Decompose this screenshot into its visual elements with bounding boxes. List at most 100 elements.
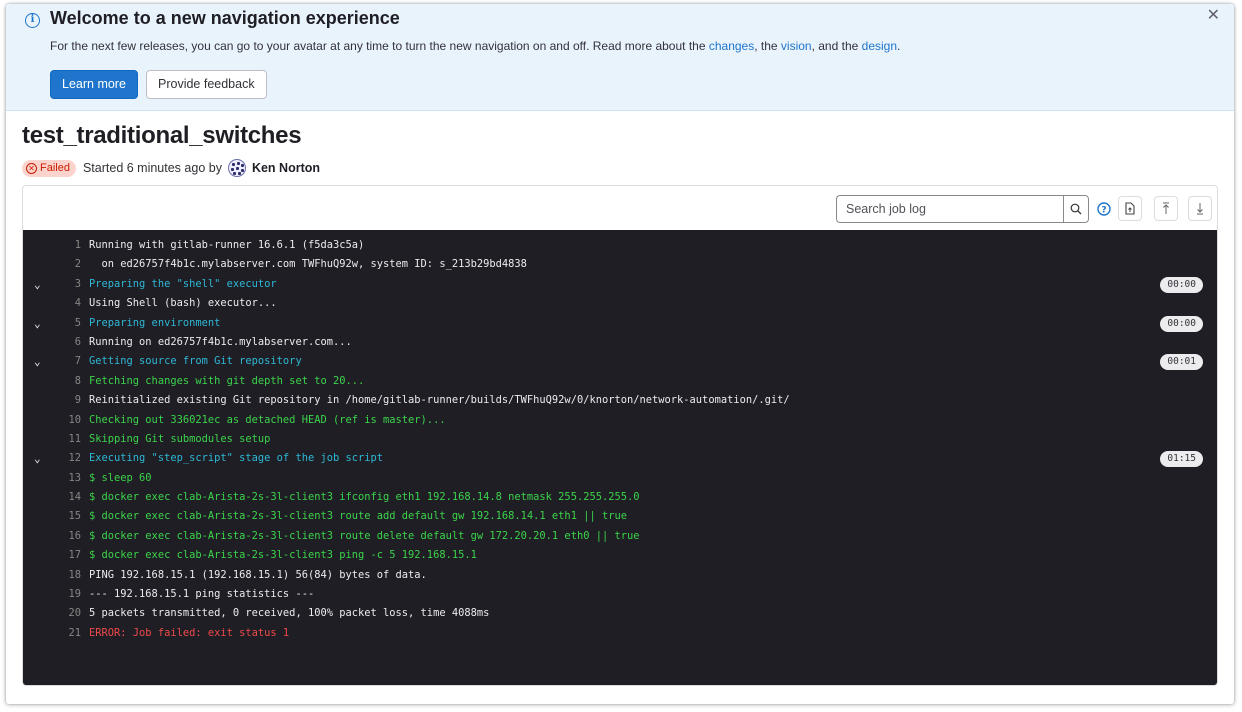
started-text: Started 6 minutes ago by [82,161,222,175]
status-label: Failed [40,162,70,174]
section-duration-badge: 00:00 [1160,276,1203,293]
page-title: test_traditional_switches [22,122,302,149]
log-text: $ docker exec clab-Arista-2s-3l-client3 … [89,549,477,562]
raw-log-button[interactable] [1118,196,1142,221]
status-badge[interactable]: ✕ Failed [22,159,76,177]
provide-feedback-button[interactable]: Provide feedback [146,70,267,99]
log-section-header[interactable]: ⌄ 3 Preparing the "shell" executor 00:00 [23,275,1217,294]
log-text: Getting source from Git repository [89,355,302,368]
chevron-down-icon[interactable]: ⌄ [34,314,41,333]
author-name[interactable]: Ken Norton [252,161,320,175]
log-text: Using Shell (bash) executor... [89,297,277,310]
changes-link[interactable]: changes [709,39,754,53]
close-icon[interactable]: ✕ [1207,5,1220,25]
search-icon [1070,203,1082,215]
log-section-header[interactable]: ⌄ 12 Executing "step_script" stage of the … [23,449,1217,468]
line-number[interactable]: 15 [51,507,81,526]
line-number[interactable]: 19 [51,585,81,604]
file-icon [1125,202,1135,215]
log-line: 2 on ed26757f4b1c.mylabserver.com TWFhuQ… [23,255,1217,274]
log-line: 9 Reinitialized existing Git repository i… [23,391,1217,410]
log-text: Preparing the "shell" executor [89,277,277,290]
scroll-to-top-button[interactable] [1154,196,1178,221]
log-text: Running on ed26757f4b1c.mylabserver.com.… [89,335,352,348]
section-duration-badge: 00:00 [1160,315,1203,332]
line-number[interactable]: 6 [51,333,81,352]
design-link[interactable]: design [862,39,897,53]
job-status-line: ✕ Failed Started 6 minutes ago by Ken No… [22,157,320,179]
learn-more-button[interactable]: Learn more [50,70,138,99]
arrow-down-icon [1197,203,1203,215]
log-line: 14 $ docker exec clab-Arista-2s-3l-client… [23,488,1217,507]
log-text: Reinitialized existing Git repository in… [89,394,790,407]
log-text: $ docker exec clab-Arista-2s-3l-client3 … [89,510,627,523]
window-frame: i Welcome to a new navigation experience… [6,4,1234,704]
log-line: 17 $ docker exec clab-Arista-2s-3l-client… [23,546,1217,565]
chevron-down-icon[interactable]: ⌄ [34,352,41,371]
log-line: 20 5 packets transmitted, 0 received, 100… [23,604,1217,623]
chevron-down-icon[interactable]: ⌄ [34,449,41,468]
banner-title: Welcome to a new navigation experience [50,8,400,28]
line-number[interactable]: 20 [51,604,81,623]
svg-text:?: ? [1101,205,1106,215]
search-input[interactable] [836,195,1063,223]
line-number[interactable]: 4 [51,294,81,313]
log-section-header[interactable]: ⌄ 7 Getting source from Git repository 00:0… [23,352,1217,371]
log-line: 6 Running on ed26757f4b1c.mylabserver.com… [23,333,1217,352]
log-line: 21 ERROR: Job failed: exit status 1 [23,624,1217,643]
search-button[interactable] [1063,195,1089,223]
line-number[interactable]: 5 [51,314,81,333]
log-text: Checking out 336021ec as detached HEAD (… [89,413,446,426]
help-icon[interactable]: ? [1094,199,1114,219]
line-number[interactable]: 16 [51,527,81,546]
log-line: 1 Running with gitlab-runner 16.6.1 (f5da… [23,236,1217,255]
banner-text: , the [754,39,781,53]
arrow-up-icon [1163,202,1169,214]
banner-text: . [897,39,901,53]
log-line: 18 PING 192.168.15.1 (192.168.15.1) 56(84… [23,566,1217,585]
vision-link[interactable]: vision [781,39,812,53]
line-number[interactable]: 11 [51,430,81,449]
log-section-header[interactable]: ⌄ 5 Preparing environment 00:00 [23,314,1217,333]
log-text: ERROR: Job failed: exit status 1 [89,626,290,639]
chevron-down-icon[interactable]: ⌄ [34,275,41,294]
log-text: $ docker exec clab-Arista-2s-3l-client3 … [89,529,640,542]
job-log: 1 Running with gitlab-runner 16.6.1 (f5da… [23,230,1217,685]
log-text: Fetching changes with git depth set to 2… [89,374,365,387]
log-line: 10 Checking out 336021ec as detached HEAD… [23,411,1217,430]
log-text: PING 192.168.15.1 (192.168.15.1) 56(84) … [89,568,427,581]
log-text: --- 192.168.15.1 ping statistics --- [89,588,315,601]
log-text: Skipping Git submodules setup [89,432,271,445]
log-text: Preparing environment [89,316,221,329]
job-log-panel: ? 1 Running with gitlab-runner 16.6.1 (f5… [22,185,1218,686]
line-number[interactable]: 10 [51,411,81,430]
log-text: 5 packets transmitted, 0 received, 100% … [89,607,490,620]
line-number[interactable]: 1 [51,236,81,255]
log-text: $ docker exec clab-Arista-2s-3l-client3 … [89,491,640,504]
line-number[interactable]: 9 [51,391,81,410]
line-number[interactable]: 12 [51,449,81,468]
line-number[interactable]: 18 [51,566,81,585]
line-number[interactable]: 17 [51,546,81,565]
line-number[interactable]: 2 [51,255,81,274]
log-line: 16 $ docker exec clab-Arista-2s-3l-client… [23,527,1217,546]
log-text: Running with gitlab-runner 16.6.1 (f5da3… [89,239,365,251]
avatar[interactable] [227,159,246,177]
log-line: 4 Using Shell (bash) executor... [23,294,1217,313]
banner-text: , and the [811,39,862,53]
line-number[interactable]: 21 [51,624,81,643]
section-duration-badge: 01:15 [1160,451,1203,468]
log-line: 11 Skipping Git submodules setup [23,430,1217,449]
failed-icon: ✕ [26,162,37,174]
line-number[interactable]: 8 [51,372,81,391]
log-text: Executing "step_script" stage of the job… [89,452,384,465]
scroll-to-bottom-button[interactable] [1188,196,1212,221]
section-duration-badge: 00:01 [1160,354,1203,371]
navigation-banner: i Welcome to a new navigation experience… [6,4,1234,111]
line-number[interactable]: 3 [51,275,81,294]
line-number[interactable]: 13 [51,469,81,488]
log-line: 19 --- 192.168.15.1 ping statistics --- [23,585,1217,604]
line-number[interactable]: 14 [51,488,81,507]
log-text: on ed26757f4b1c.mylabserver.com TWFhuQ92… [89,258,527,271]
line-number[interactable]: 7 [51,352,81,371]
